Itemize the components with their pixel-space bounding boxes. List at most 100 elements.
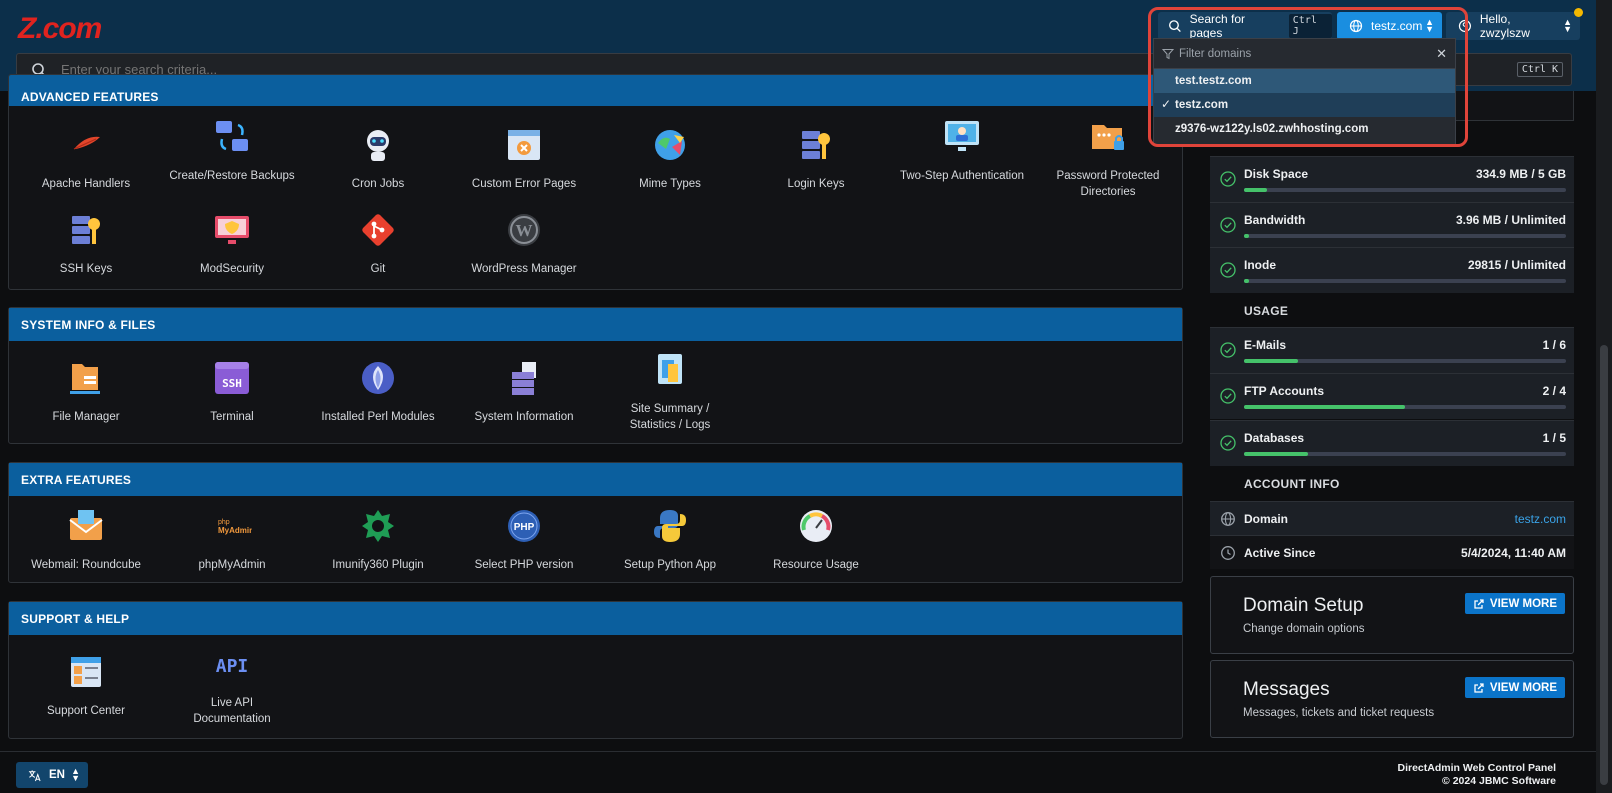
language-selector[interactable]: EN ▲ ▼ (16, 762, 88, 788)
svg-text:SSH: SSH (222, 377, 242, 390)
view-more-button[interactable]: VIEW MORE (1464, 677, 1565, 698)
tile-label: Login Keys (787, 178, 845, 190)
tile-setup-python-app[interactable]: Setup Python App (600, 506, 740, 573)
tile-phpmyadmin[interactable]: php MyAdmin phpMyAdmin (162, 506, 302, 573)
ssh-key-icon (72, 216, 100, 244)
tile-mime-types[interactable]: Mime Types (600, 125, 740, 192)
info-active-since: Active Since 5/4/2024, 11:40 AM (1210, 535, 1574, 569)
imunify-icon (362, 510, 394, 542)
svg-text:php: php (218, 519, 230, 526)
progress-fill (1244, 359, 1298, 363)
progress-bar (1244, 234, 1566, 238)
svg-text:PHP: PHP (514, 522, 535, 533)
progress-fill (1244, 405, 1405, 409)
python-icon (654, 510, 686, 542)
stat-label: Disk Space (1244, 167, 1309, 181)
button-label: VIEW MORE (1489, 597, 1557, 610)
tile-terminal[interactable]: SSH Terminal (162, 358, 302, 425)
tile-two-step-authentication[interactable]: Two-Step Authentication (892, 117, 1032, 184)
product-name: DirectAdmin Web Control Panel (1397, 762, 1557, 774)
locked-folder-icon (1092, 125, 1124, 150)
tile-ssh-keys[interactable]: SSH Keys (16, 210, 156, 277)
tile-select-php-version[interactable]: PHP Select PHP version (454, 506, 594, 573)
external-link-icon (1474, 598, 1484, 609)
external-link-icon (1474, 682, 1484, 693)
view-more-button[interactable]: VIEW MORE (1464, 593, 1565, 614)
robot-icon (367, 130, 389, 161)
tile-modsecurity[interactable]: ModSecurity (162, 210, 302, 277)
progress-fill (1244, 188, 1267, 192)
tile-cron-jobs[interactable]: Cron Jobs (308, 125, 448, 192)
brand-logo[interactable]: Z.com (18, 12, 102, 46)
tile-label: Select PHP version (474, 559, 574, 571)
tile-file-manager[interactable]: File Manager (16, 358, 156, 425)
card-subtitle: Messages, tickets and ticket requests (1243, 707, 1435, 719)
tile-login-keys[interactable]: Login Keys (746, 125, 886, 192)
perl-onion-icon (362, 362, 394, 394)
scrollbar-thumb[interactable] (1600, 345, 1608, 785)
server-docs-icon (512, 362, 536, 395)
stat-bandwidth: Bandwidth 3.96 MB / Unlimited (1210, 202, 1574, 248)
check-circle-icon (1220, 388, 1236, 404)
stat-disk-space: Disk Space 334.9 MB / 5 GB (1210, 156, 1574, 202)
copyright: © 2024 JBMC Software (1442, 775, 1556, 787)
tile-site-summary[interactable]: Site Summary / Statistics / Logs (600, 350, 740, 433)
stat-emails: E-Mails 1 / 6 (1210, 327, 1574, 373)
api-icon: API (216, 656, 249, 677)
info-label: Domain (1244, 512, 1289, 526)
progress-bar (1244, 359, 1566, 363)
tile-imunify360-plugin[interactable]: Imunify360 Plugin (308, 506, 448, 573)
tile-live-api-documentation[interactable]: API Live API Documentation (162, 644, 302, 727)
translate-icon (28, 769, 41, 781)
tile-support-center[interactable]: Support Center (16, 652, 156, 719)
stat-ftp-accounts: FTP Accounts 2 / 4 (1210, 373, 1574, 419)
tile-label: Create/Restore Backups (169, 170, 295, 182)
check-circle-icon (1220, 217, 1236, 233)
info-value: 5/4/2024, 11:40 AM (1461, 546, 1566, 560)
card-messages: Messages Messages, tickets and ticket re… (1210, 660, 1574, 738)
clock-icon (1221, 546, 1235, 560)
card-subtitle: Change domain options (1243, 623, 1365, 635)
tile-create-restore-backups[interactable]: Create/Restore Backups (162, 117, 302, 184)
tile-label: Cron Jobs (351, 178, 405, 190)
tile-system-information[interactable]: System Information (454, 358, 594, 425)
tile-webmail-roundcube[interactable]: Webmail: Roundcube (16, 506, 156, 573)
stat-inode: Inode 29815 / Unlimited (1210, 247, 1574, 293)
monitor-user-icon (945, 121, 979, 151)
folder-icon (70, 364, 100, 394)
svg-text:API: API (216, 656, 249, 677)
tile-label: Mime Types (639, 178, 701, 190)
tile-label: Setup Python App (623, 559, 717, 571)
page-scrollbar[interactable] (1596, 0, 1612, 793)
tile-wordpress-manager[interactable]: W WordPress Manager (454, 210, 594, 277)
notification-dot[interactable] (1574, 8, 1583, 17)
stat-label: FTP Accounts (1244, 384, 1325, 398)
phpmyadmin-icon: phpMyAdmin (218, 519, 254, 535)
tile-apache-handlers[interactable]: Apache Handlers (16, 125, 156, 192)
progress-fill (1244, 452, 1309, 456)
footer: EN ▲ ▼ DirectAdmin Web Control Panel © 20… (0, 751, 1596, 793)
tile-resource-usage[interactable]: Resource Usage (746, 506, 886, 573)
tile-custom-error-pages[interactable]: Custom Error Pages (454, 125, 594, 192)
globe-icon (1221, 512, 1235, 526)
ssh-terminal-icon: SSH (215, 362, 249, 394)
feather-icon (73, 136, 100, 150)
tile-installed-perl-modules[interactable]: Installed Perl Modules (308, 358, 448, 425)
progress-fill (1244, 279, 1249, 283)
tile-label: Resource Usage (773, 559, 859, 571)
stat-label: Databases (1244, 431, 1305, 445)
section-title: EXTRA FEATURES (9, 463, 1182, 496)
check-circle-icon (1220, 342, 1236, 358)
backup-icon (216, 121, 248, 151)
tile-label: Webmail: Roundcube (31, 559, 141, 571)
tile-label: ModSecurity (200, 263, 264, 275)
shield-monitor-icon (215, 216, 249, 244)
gauge-icon (800, 510, 832, 542)
section-title: SUPPORT & HELP (9, 602, 1182, 635)
domain-link[interactable]: testz.com (1515, 512, 1566, 526)
account-info-heading: ACCOUNT INFO (1244, 477, 1340, 491)
tile-label: Terminal (210, 411, 254, 423)
info-label: Active Since (1244, 546, 1316, 560)
tile-git[interactable]: Git (308, 210, 448, 277)
tile-label: Support Center (47, 705, 125, 717)
